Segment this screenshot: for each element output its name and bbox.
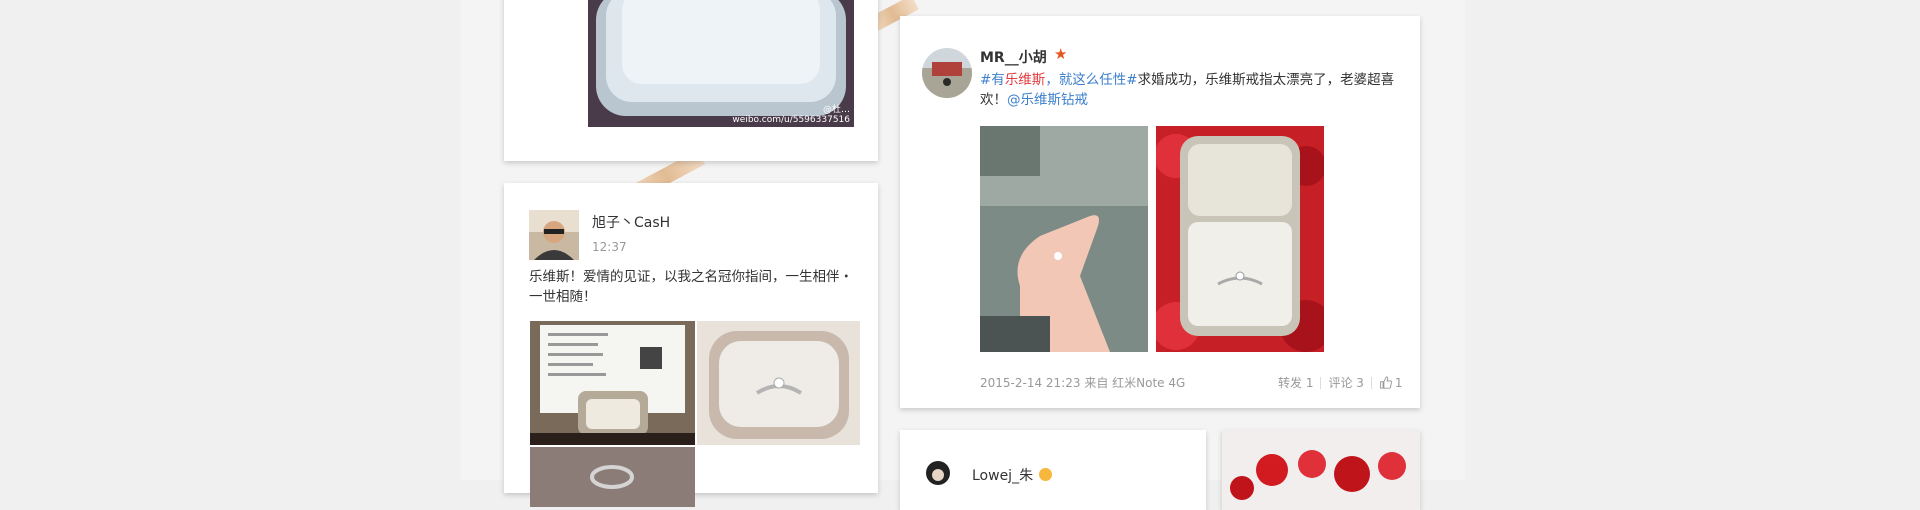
user-avatar[interactable] — [529, 210, 579, 260]
post-photo-ring-roses[interactable] — [1156, 126, 1324, 352]
photo-watermark: @杜… weibo.com/u/5596337516 — [732, 105, 850, 125]
user-name[interactable]: 旭子丶CasH — [592, 212, 670, 232]
divider — [1320, 376, 1322, 389]
feed-card-bottom: Lowej_朱 — [900, 430, 1206, 510]
post-text: 乐维斯！爱情的见证，以我之名冠你指间，一生相伴・一世相随！ — [529, 269, 853, 305]
star-icon: ★ — [1054, 45, 1068, 63]
post-photo-certificate[interactable] — [530, 321, 695, 445]
like-button[interactable]: 1 — [1379, 376, 1403, 390]
hashtag-link[interactable]: #有乐维斯，就这么任性# — [980, 72, 1138, 88]
post-photo-hand-ring[interactable] — [980, 126, 1148, 352]
thumbs-up-icon — [1380, 376, 1392, 389]
mention-link[interactable]: @乐维斯钻戒 — [1007, 92, 1088, 108]
post-photo-ring-box[interactable]: @杜… weibo.com/u/5596337516 — [588, 0, 854, 127]
user-avatar[interactable] — [922, 48, 972, 98]
post-date-source[interactable]: 2015-2-14 21:23 来自 红米Note 4G — [980, 374, 1185, 391]
user-name[interactable]: Lowej_朱 — [972, 465, 1033, 485]
post-text: #有乐维斯，就这么任性#求婚成功，乐维斯戒指太漂亮了，老婆超喜欢！@乐维斯钻戒 — [980, 70, 1400, 110]
photo-card-roses[interactable] — [1222, 430, 1420, 510]
comment-button[interactable]: 评论 3 — [1328, 374, 1363, 391]
post-time[interactable]: 12:37 — [592, 240, 627, 254]
like-count: 1 — [1394, 375, 1403, 390]
repost-button[interactable]: 转发 1 — [1278, 374, 1313, 391]
feed-card-top-left: @杜… weibo.com/u/5596337516 — [504, 0, 878, 161]
user-avatar[interactable] — [926, 461, 950, 485]
post-photo-ring[interactable] — [697, 321, 860, 445]
feed-card-right: MR__小胡 ★ #有乐维斯，就这么任性#求婚成功，乐维斯戒指太漂亮了，老婆超喜… — [900, 16, 1420, 408]
smile-emoji-icon — [1039, 468, 1052, 481]
user-name[interactable]: MR__小胡 — [980, 47, 1047, 67]
post-photo-band[interactable] — [530, 447, 695, 507]
divider — [1370, 376, 1372, 389]
feed-card-left: 旭子丶CasH 12:37 乐维斯！爱情的见证，以我之名冠你指间，一生相伴・一世… — [504, 183, 878, 507]
post-actions: 转发 1 评论 3 1 — [1278, 374, 1403, 391]
